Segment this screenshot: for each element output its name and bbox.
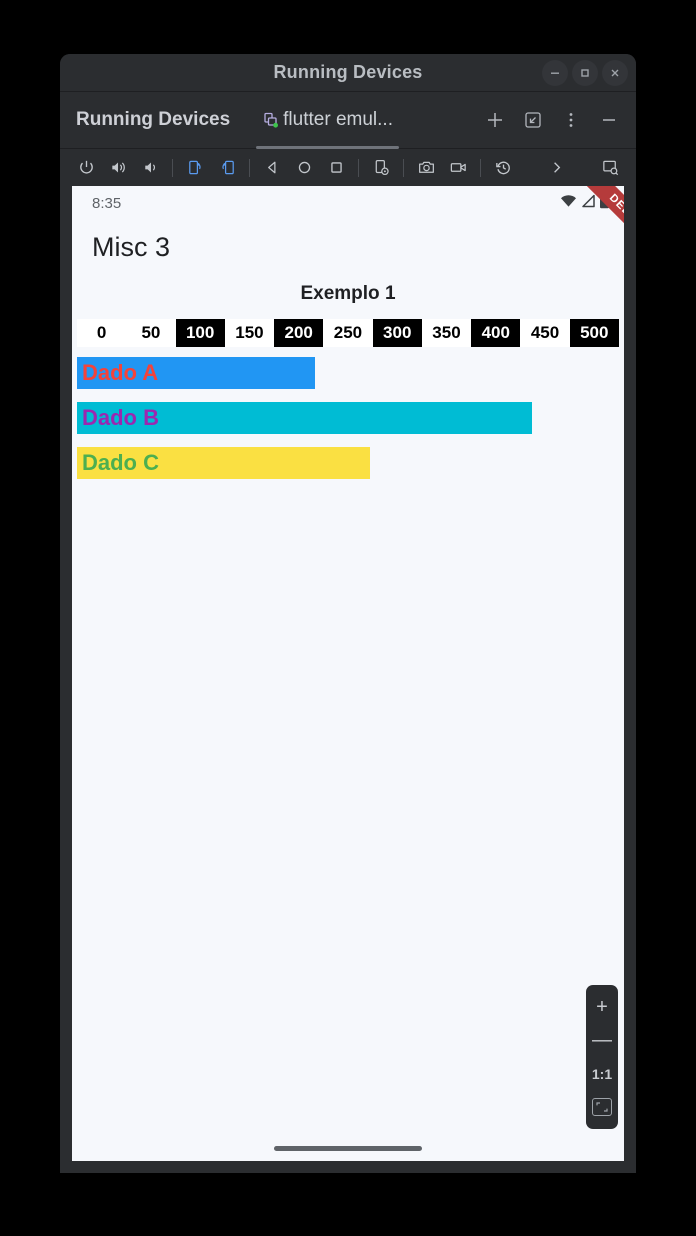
more-icon[interactable]: [541, 152, 573, 184]
bar-label: Dado B: [82, 405, 159, 430]
bar-label: Dado C: [82, 450, 159, 475]
ide-window: Running Devices Running Devices flutter …: [60, 54, 636, 1173]
axis-tick: 250: [323, 319, 373, 347]
fit-to-screen-button[interactable]: [587, 1090, 617, 1123]
zoom-control-panel: + — 1:1: [586, 985, 618, 1129]
chart-bars: Dado A Dado B Dado C: [77, 357, 619, 479]
hide-window-button[interactable]: [598, 109, 620, 131]
wifi-icon: [560, 194, 577, 212]
bar-dado-b: Dado B: [77, 402, 533, 434]
more-options-button[interactable]: [560, 109, 582, 131]
device-settings-icon[interactable]: [365, 152, 397, 184]
rotate-left-icon[interactable]: [179, 152, 211, 184]
bar-chart: Exemplo 1 0 50 100 150 200 250 300 350 400 450 500…: [72, 263, 624, 479]
toolbar-separator: [358, 158, 359, 177]
battery-icon: [599, 194, 610, 213]
rollback-icon[interactable]: [487, 152, 519, 184]
axis-tick: 300: [372, 319, 422, 347]
back-icon[interactable]: [256, 152, 288, 184]
toolbar-separator: [172, 158, 173, 177]
bar-label: Dado A: [82, 360, 159, 385]
page-title: Misc 3: [92, 232, 171, 262]
close-button[interactable]: [602, 60, 628, 86]
zoom-out-button[interactable]: —: [587, 1024, 617, 1057]
bar-row: Dado A: [77, 357, 619, 389]
chart-axis: 0 50 100 150 200 250 300 350 400 450 500: [77, 319, 619, 347]
zoom-in-button[interactable]: +: [587, 991, 617, 1024]
overview-icon[interactable]: [320, 152, 352, 184]
bar-dado-a: Dado A: [77, 357, 316, 389]
title-bar: Running Devices: [60, 54, 636, 92]
tool-window-title: Running Devices: [76, 109, 231, 130]
collapse-window-button[interactable]: [522, 109, 544, 131]
volume-down-icon[interactable]: [134, 152, 166, 184]
status-time: 8:35: [92, 194, 122, 212]
maximize-button[interactable]: [572, 60, 598, 86]
toolbar-separator: [403, 158, 404, 177]
status-icons: [560, 194, 610, 213]
axis-tick: 200: [274, 319, 324, 347]
toolbar-separator: [480, 158, 481, 177]
add-device-button[interactable]: [484, 109, 506, 131]
bar-row: Dado C: [77, 447, 619, 479]
axis-tick: 400: [471, 319, 521, 347]
gesture-navigation-pill[interactable]: [274, 1146, 422, 1151]
axis-tick: 450: [520, 319, 570, 347]
device-manager-icon[interactable]: [594, 152, 626, 184]
chart-title: Exemplo 1: [300, 283, 396, 304]
actual-size-button[interactable]: 1:1: [587, 1057, 617, 1090]
volume-up-icon[interactable]: [102, 152, 134, 184]
record-screen-icon[interactable]: [442, 152, 474, 184]
device-tab-label: flutter emul...: [283, 109, 393, 130]
home-icon[interactable]: [288, 152, 320, 184]
toolbar-separator: [249, 158, 250, 177]
axis-tick: 150: [224, 319, 275, 347]
screenshot-icon[interactable]: [410, 152, 442, 184]
power-icon[interactable]: [70, 152, 102, 184]
tab-row-actions: [484, 109, 624, 131]
signal-icon: [580, 194, 596, 212]
axis-tick: 100: [175, 319, 225, 347]
device-screen[interactable]: 8:35 DEBUG Misc 3 Exemplo 1 0 50 100 150 20: [72, 186, 624, 1161]
axis-tick: 0: [77, 319, 127, 347]
bar-dado-c: Dado C: [77, 447, 370, 479]
device-tab-flutter-emulator[interactable]: flutter emul...: [256, 105, 399, 149]
window-controls: [542, 54, 628, 92]
tab-row: Running Devices flutter emul...: [60, 92, 636, 149]
device-icon: [262, 111, 280, 129]
fit-to-screen-icon: [592, 1097, 612, 1116]
axis-tick: 50: [126, 319, 176, 347]
bar-row: Dado B: [77, 402, 619, 434]
axis-tick: 500: [569, 319, 619, 347]
minimize-button[interactable]: [542, 60, 568, 86]
emulator-toolbar: [60, 148, 636, 186]
rotate-right-icon[interactable]: [211, 152, 243, 184]
axis-tick: 350: [421, 319, 472, 347]
android-status-bar: 8:35: [72, 186, 624, 220]
